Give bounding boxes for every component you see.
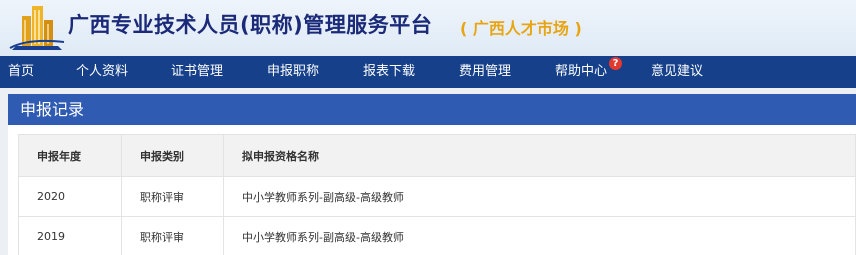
nav-item-fees[interactable]: 费用管理	[459, 56, 511, 88]
cell-year: 2019	[18, 216, 122, 255]
nav-item-report-download[interactable]: 报表下载	[363, 56, 415, 88]
application-records-panel: 申报记录 申报年度 申报类别 拟申报资格名称 2020 职称评审 中小学教师系列…	[8, 94, 856, 255]
column-header-year: 申报年度	[18, 134, 122, 177]
site-title: 广西专业技术人员(职称)管理服务平台	[68, 13, 433, 37]
table-row: 2019 职称评审 中小学教师系列-副高级-高级教师	[18, 216, 856, 255]
help-badge-icon: ?	[609, 57, 622, 70]
nav-item-profile[interactable]: 个人资料	[76, 56, 128, 88]
nav-item-certificates[interactable]: 证书管理	[171, 56, 223, 88]
nav-item-feedback[interactable]: 意见建议	[651, 56, 703, 88]
cell-category: 职称评审	[121, 216, 224, 255]
site-header: 广西专业技术人员(职称)管理服务平台 ( 广西人才市场 )	[0, 0, 856, 56]
cell-category: 职称评审	[121, 176, 224, 217]
table-header-row: 申报年度 申报类别 拟申报资格名称	[18, 134, 856, 177]
column-header-qualification: 拟申报资格名称	[223, 134, 856, 177]
nav-item-help-center[interactable]: 帮助中心	[555, 56, 607, 88]
site-subtitle: ( 广西人才市场 )	[460, 19, 582, 38]
nav-item-apply-title[interactable]: 申报职称	[267, 56, 319, 88]
records-table: 申报年度 申报类别 拟申报资格名称 2020 职称评审 中小学教师系列-副高级-…	[18, 134, 856, 255]
nav-item-home[interactable]: 首页	[8, 56, 34, 88]
main-nav: 首页 个人资料 证书管理 申报职称 报表下载 费用管理 帮助中心 ? 意见建议	[0, 56, 856, 88]
column-header-category: 申报类别	[121, 134, 224, 177]
building-logo-icon	[9, 6, 65, 50]
table-row: 2020 职称评审 中小学教师系列-副高级-高级教师	[18, 176, 856, 217]
cell-year: 2020	[18, 176, 122, 217]
cell-qualification: 中小学教师系列-副高级-高级教师	[223, 216, 856, 255]
cell-qualification: 中小学教师系列-副高级-高级教师	[223, 176, 856, 217]
panel-title: 申报记录	[8, 94, 856, 125]
